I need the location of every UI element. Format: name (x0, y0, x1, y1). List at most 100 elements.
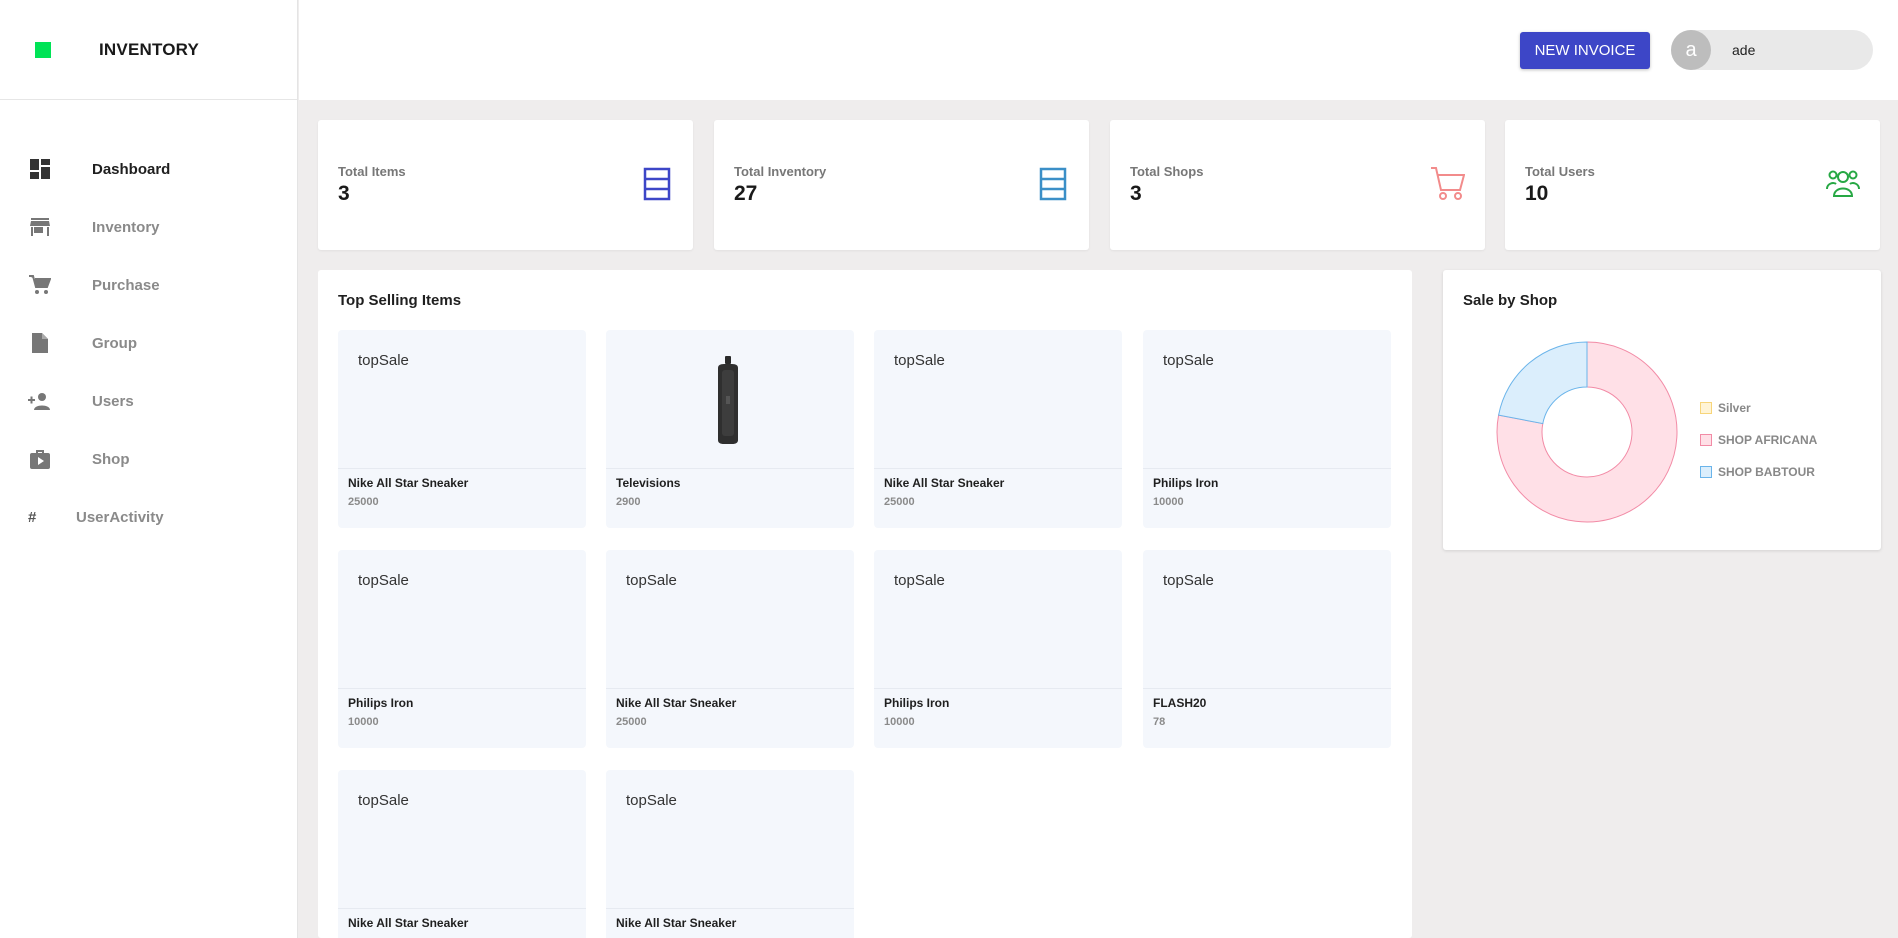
product-image-alt: topSale (358, 572, 409, 589)
store-icon (28, 215, 52, 239)
users-icon (1826, 170, 1860, 197)
stat-card-total-shops: Total Shops 3 (1110, 120, 1485, 250)
stat-label: Total Shops (1130, 164, 1204, 179)
product-name: Philips Iron (1153, 476, 1219, 490)
product-name: Nike All Star Sneaker (616, 916, 737, 930)
stat-label: Total Inventory (734, 164, 827, 179)
product-image-alt: topSale (626, 572, 677, 589)
hash-icon: # (28, 508, 37, 526)
sidebar-item-label: Shop (92, 450, 130, 468)
product-card[interactable]: topSale Nike All Star Sneaker 25000 (606, 550, 854, 748)
product-price: 25000 (348, 496, 379, 508)
stack-icon (643, 167, 671, 201)
legend-swatch (1700, 434, 1712, 446)
product-card[interactable]: Televisions 2900 (606, 330, 854, 528)
product-image-alt: topSale (894, 352, 945, 369)
divider (606, 688, 854, 689)
divider (606, 468, 854, 469)
product-name: Nike All Star Sneaker (348, 916, 469, 930)
legend-item[interactable]: SHOP BABTOUR (1700, 456, 1817, 488)
brand-name: INVENTORY (99, 39, 200, 59)
product-price: 2900 (616, 496, 641, 508)
product-card[interactable]: topSale Philips Iron 10000 (338, 550, 586, 748)
divider (1143, 688, 1391, 689)
divider (338, 908, 586, 909)
dashboard-icon (28, 157, 52, 181)
user-menu[interactable]: a ade (1671, 30, 1873, 70)
new-invoice-button[interactable]: NEW INVOICE (1520, 32, 1650, 69)
sidebar-item-label: Dashboard (92, 160, 171, 178)
shop-icon (28, 447, 52, 471)
legend-label: SHOP AFRICANA (1718, 433, 1818, 447)
product-image-alt: topSale (358, 792, 409, 809)
divider (874, 688, 1122, 689)
product-price: 25000 (884, 496, 915, 508)
divider (874, 468, 1122, 469)
legend-item[interactable]: Silver (1700, 392, 1817, 424)
brand: INVENTORY (0, 0, 297, 100)
product-image-alt: topSale (358, 352, 409, 369)
sidebar-item-label: Group (92, 334, 137, 352)
brand-logo (35, 41, 51, 58)
product-price: 78 (1153, 716, 1166, 728)
cart-icon (1431, 167, 1465, 200)
donut-chart (1496, 341, 1678, 523)
sidebar-nav: Dashboard Inventory Purchase Group Users (0, 140, 297, 546)
sale-by-shop-panel: Sale by Shop Silver SHOP AFRICANA SHOP BAB… (1443, 270, 1881, 550)
sidebar-item-shop[interactable]: Shop (0, 430, 297, 488)
divider (338, 468, 586, 469)
product-card[interactable]: topSale Nike All Star Sneaker (338, 770, 586, 938)
legend-item[interactable]: SHOP AFRICANA (1700, 424, 1817, 456)
product-card[interactable]: topSale Nike All Star Sneaker (606, 770, 854, 938)
file-icon (28, 331, 52, 355)
product-price: 10000 (1153, 496, 1184, 508)
product-price: 10000 (884, 716, 915, 728)
product-name: Philips Iron (884, 696, 950, 710)
sidebar-item-label: UserActivity (76, 508, 164, 526)
product-price: 25000 (616, 716, 647, 728)
stat-label: Total Items (338, 164, 406, 179)
product-image-alt: topSale (1163, 352, 1214, 369)
legend-swatch (1700, 466, 1712, 478)
divider (338, 688, 586, 689)
product-name: Nike All Star Sneaker (616, 696, 737, 710)
product-card[interactable]: topSale FLASH20 78 (1143, 550, 1391, 748)
top-selling-panel: Top Selling Items topSale Nike All Star … (318, 270, 1412, 938)
product-card[interactable]: topSale Philips Iron 10000 (874, 550, 1122, 748)
legend-label: Silver (1718, 401, 1751, 415)
product-card[interactable]: topSale Philips Iron 10000 (1143, 330, 1391, 528)
sidebar-item-inventory[interactable]: Inventory (0, 198, 297, 256)
stat-value: 27 (734, 182, 758, 205)
legend-label: SHOP BABTOUR (1718, 465, 1815, 479)
product-name: Nike All Star Sneaker (884, 476, 1005, 490)
users-icon (28, 389, 52, 413)
stat-value: 10 (1525, 182, 1549, 205)
product-card[interactable]: topSale Nike All Star Sneaker 25000 (874, 330, 1122, 528)
sidebar-item-purchase[interactable]: Purchase (0, 256, 297, 314)
product-name: FLASH20 (1153, 696, 1207, 710)
sidebar-item-users[interactable]: Users (0, 372, 297, 430)
divider (606, 908, 854, 909)
product-image-alt: topSale (894, 572, 945, 589)
sidebar-item-group[interactable]: Group (0, 314, 297, 372)
sidebar-item-useractivity[interactable]: # UserActivity (0, 488, 297, 546)
sidebar-item-label: Users (92, 392, 134, 410)
product-name: Philips Iron (348, 696, 414, 710)
sidebar: INVENTORY Dashboard Inventory Purchase G… (0, 0, 298, 938)
stat-value: 3 (1130, 182, 1142, 205)
panel-title: Sale by Shop (1463, 292, 1558, 309)
chart-legend: Silver SHOP AFRICANA SHOP BABTOUR (1700, 392, 1817, 488)
stat-card-total-inventory: Total Inventory 27 (714, 120, 1089, 250)
product-image-alt: topSale (1163, 572, 1214, 589)
pie-slice-shop-babtour[interactable] (1498, 341, 1588, 425)
legend-swatch (1700, 402, 1712, 414)
stat-card-total-users: Total Users 10 (1505, 120, 1880, 250)
sidebar-item-dashboard[interactable]: Dashboard (0, 140, 297, 198)
product-card[interactable]: topSale Nike All Star Sneaker 25000 (338, 330, 586, 528)
topbar: NEW INVOICE a ade (299, 0, 1898, 100)
product-image-alt: topSale (626, 792, 677, 809)
stat-value: 3 (338, 182, 350, 205)
sidebar-item-label: Purchase (92, 276, 160, 294)
stat-card-total-items: Total Items 3 (318, 120, 693, 250)
panel-title: Top Selling Items (338, 292, 462, 309)
